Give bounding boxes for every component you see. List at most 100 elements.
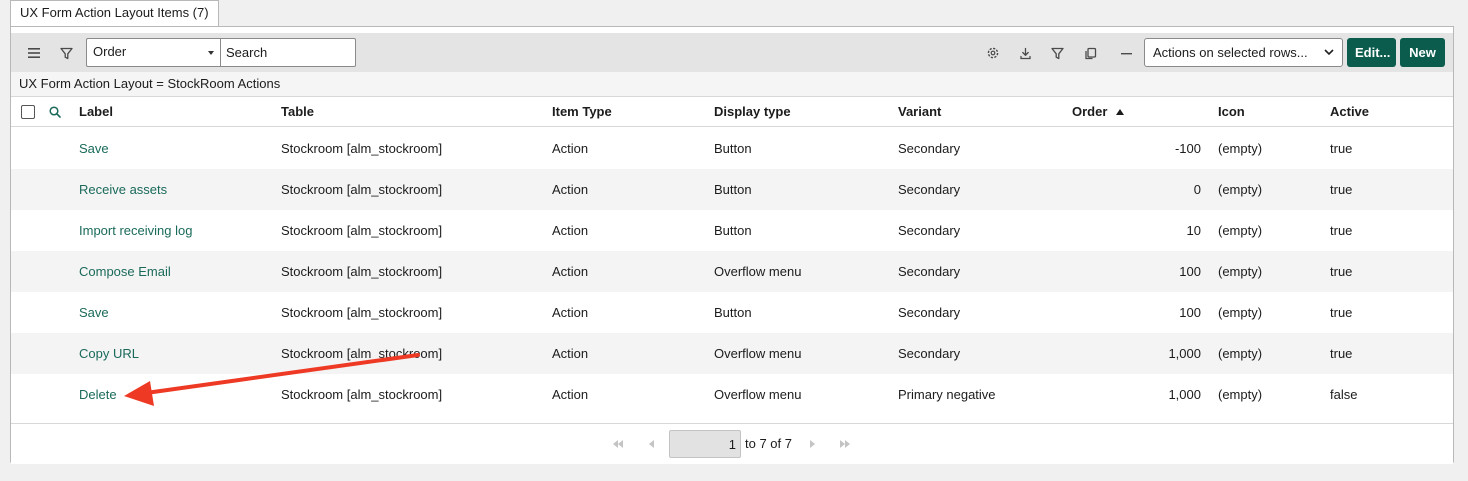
cell-table: Stockroom [alm_stockroom] [281, 387, 443, 402]
cell-display-type: Overflow menu [714, 346, 802, 361]
table-row[interactable]: Save Stockroom [alm_stockroom] Action Butto… [11, 128, 1453, 169]
column-header-active[interactable]: Active [1330, 97, 1369, 127]
table-row[interactable]: Import receiving log Stockroom [alm_stock… [11, 210, 1453, 251]
cell-item-type: Action [552, 264, 589, 279]
cell-display-type: Button [714, 182, 752, 197]
cell-active: true [1330, 305, 1353, 320]
column-header-table[interactable]: Table [281, 97, 314, 127]
cell-display-type: Button [714, 305, 752, 320]
table-row[interactable]: Copy URL Stockroom [alm_stockroom] Action O… [11, 333, 1453, 374]
cell-table: Stockroom [alm_stockroom] [281, 223, 443, 238]
column-header-order[interactable]: Order [1072, 97, 1125, 127]
cell-active: true [1330, 346, 1353, 361]
cell-order: -100 [1174, 141, 1201, 156]
table-row[interactable]: Compose Email Stockroom [alm_stockroom] Ac… [11, 251, 1453, 292]
select-all-checkbox[interactable] [21, 105, 35, 119]
column-header-order-label: Order [1072, 104, 1108, 119]
last-page-icon[interactable] [838, 437, 852, 451]
sort-ascending-icon [1116, 109, 1125, 115]
pagination-bar: to 7 of 7 [11, 423, 1453, 464]
cell-variant: Secondary [898, 264, 961, 279]
page-range-text: to 7 of 7 [745, 436, 792, 451]
edit-button[interactable]: Edit... [1347, 38, 1396, 67]
cell-table: Stockroom [alm_stockroom] [281, 141, 443, 156]
actions-select-value: Actions on selected rows... [1153, 45, 1308, 60]
actions-on-selected-rows-select[interactable]: Actions on selected rows... [1144, 38, 1343, 67]
stage: UX Form Action Layout Items (7) Order Se… [0, 0, 1468, 481]
breadcrumb[interactable]: UX Form Action Layout = StockRoom Action… [11, 72, 1453, 97]
column-header-variant[interactable]: Variant [898, 97, 941, 127]
cell-order: 1,000 [1168, 387, 1201, 402]
cell-display-type: Button [714, 223, 752, 238]
collapse-icon[interactable] [1115, 42, 1137, 64]
search-icon[interactable] [48, 105, 62, 119]
cell-icon: (empty) [1218, 305, 1263, 320]
cell-variant: Primary negative [898, 387, 996, 402]
cell-icon: (empty) [1218, 346, 1263, 361]
table-header: Label Table Item Type Display type Varia… [11, 97, 1453, 127]
cell-label[interactable]: Save [79, 128, 109, 169]
cell-order: 0 [1193, 182, 1201, 197]
download-icon[interactable] [1014, 42, 1036, 64]
cell-label[interactable]: Receive assets [79, 169, 167, 210]
cell-table: Stockroom [alm_stockroom] [281, 264, 443, 279]
search-field-select[interactable]: Order [86, 38, 220, 67]
cell-display-type: Overflow menu [714, 387, 802, 402]
column-header-item-type[interactable]: Item Type [552, 97, 612, 127]
tab-related-list[interactable]: UX Form Action Layout Items (7) [10, 0, 219, 27]
cell-item-type: Action [552, 223, 589, 238]
next-page-icon[interactable] [806, 437, 820, 451]
cell-label[interactable]: Compose Email [79, 251, 171, 292]
cell-icon: (empty) [1218, 264, 1263, 279]
first-page-icon[interactable] [611, 437, 625, 451]
cell-label[interactable]: Copy URL [79, 333, 139, 374]
new-button[interactable]: New [1400, 38, 1445, 67]
cell-active: true [1330, 223, 1353, 238]
cell-variant: Secondary [898, 305, 961, 320]
search-input[interactable] [220, 38, 356, 67]
cell-order: 100 [1179, 264, 1201, 279]
filter-icon[interactable] [1046, 42, 1068, 64]
column-header-display-type[interactable]: Display type [714, 97, 791, 127]
cell-active: true [1330, 141, 1353, 156]
table-row[interactable]: Receive assets Stockroom [alm_stockroom] A… [11, 169, 1453, 210]
cell-icon: (empty) [1218, 141, 1263, 156]
copy-icon[interactable] [1079, 42, 1101, 64]
cell-item-type: Action [552, 182, 589, 197]
cell-active: false [1330, 387, 1358, 402]
caret-down-icon [208, 51, 214, 55]
cell-order: 100 [1179, 305, 1201, 320]
chevron-down-icon [1324, 49, 1334, 56]
search-field-select-value: Order [93, 44, 127, 59]
cell-label[interactable]: Save [79, 292, 109, 333]
tab-strip: UX Form Action Layout Items (7) [10, 0, 219, 27]
cell-label[interactable]: Delete [79, 374, 117, 415]
cell-display-type: Button [714, 141, 752, 156]
page-number-input[interactable] [669, 430, 741, 458]
table-row[interactable]: Save Stockroom [alm_stockroom] Action Butto… [11, 292, 1453, 333]
table-row[interactable]: Delete Stockroom [alm_stockroom] Action Ove… [11, 374, 1453, 415]
cell-active: true [1330, 182, 1353, 197]
cell-item-type: Action [552, 387, 589, 402]
cell-active: true [1330, 264, 1353, 279]
list-panel: Order Actions on selected rows... [10, 26, 1454, 464]
cell-variant: Secondary [898, 141, 961, 156]
filter-icon[interactable] [55, 42, 77, 64]
cell-icon: (empty) [1218, 182, 1263, 197]
cell-variant: Secondary [898, 346, 961, 361]
cell-order: 1,000 [1168, 346, 1201, 361]
cell-item-type: Action [552, 141, 589, 156]
menu-icon[interactable] [23, 42, 45, 64]
cell-label[interactable]: Import receiving log [79, 210, 192, 251]
cell-order: 10 [1186, 223, 1201, 238]
cell-display-type: Overflow menu [714, 264, 802, 279]
cell-item-type: Action [552, 346, 589, 361]
cell-item-type: Action [552, 305, 589, 320]
cell-table: Stockroom [alm_stockroom] [281, 305, 443, 320]
column-header-label[interactable]: Label [79, 97, 113, 127]
cell-variant: Secondary [898, 223, 961, 238]
column-header-icon[interactable]: Icon [1218, 97, 1245, 127]
list-toolbar: Order Actions on selected rows... [11, 33, 1453, 72]
gear-icon[interactable] [982, 42, 1004, 64]
previous-page-icon[interactable] [644, 437, 658, 451]
